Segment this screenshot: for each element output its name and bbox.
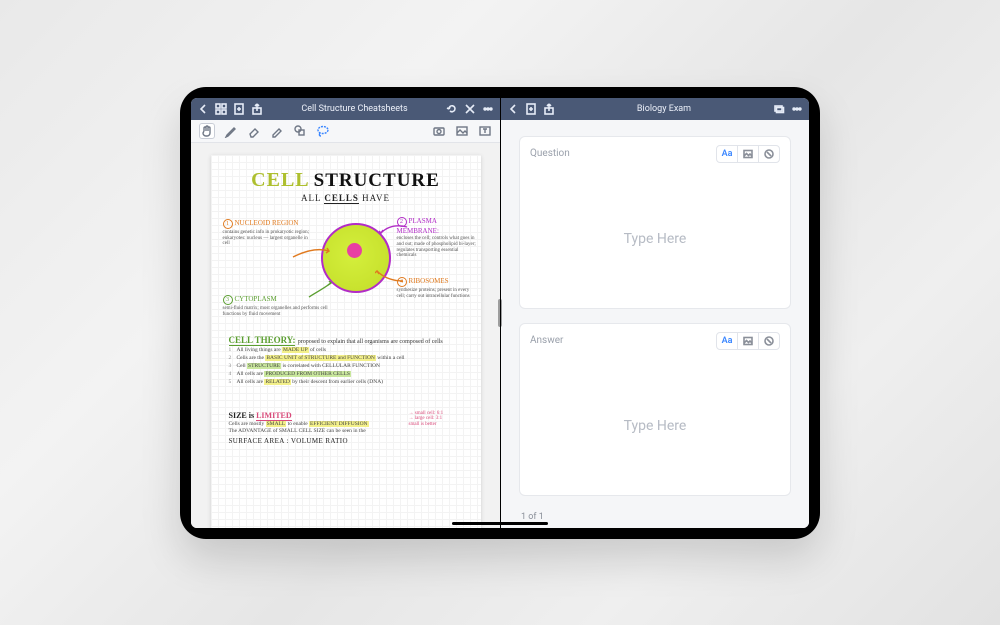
stage-background: Cell Structure Cheatsheets — [0, 0, 1000, 625]
undo-icon[interactable] — [446, 103, 458, 115]
label-nucleoid: 1NUCLEOID REGION contains genetic info i… — [223, 219, 315, 248]
answer-card[interactable]: Answer Aa Type Here — [519, 323, 791, 496]
theory-line: All living things are MADE UP of cells — [229, 347, 463, 353]
pen-tool[interactable] — [224, 124, 238, 138]
label-cytoplasm: 3CYTOPLASM semi-fluid matrix; most organ… — [223, 295, 333, 318]
image-tool[interactable] — [455, 124, 469, 138]
more-icon[interactable] — [791, 103, 803, 115]
right-title[interactable]: Biology Exam — [561, 104, 767, 114]
note-title: CELL STRUCTURE — [211, 169, 481, 192]
draw-mode-icon[interactable] — [758, 146, 779, 162]
label-ribosomes: 4RIBOSOMES synthesize proteins; present … — [397, 277, 477, 300]
highlighter-tool[interactable] — [270, 124, 284, 138]
question-card[interactable]: Question Aa Type Here — [519, 136, 791, 309]
image-mode-icon[interactable] — [737, 333, 758, 349]
right-pane: Biology Exam Question Aa — [501, 98, 809, 528]
text-mode[interactable]: Aa — [717, 333, 737, 349]
share-icon[interactable] — [543, 103, 555, 115]
right-topbar: Biology Exam — [501, 98, 809, 120]
left-pane: Cell Structure Cheatsheets — [191, 98, 501, 528]
input-mode-toggle[interactable]: Aa — [716, 145, 780, 163]
camera-tool[interactable] — [432, 124, 446, 138]
back-icon[interactable] — [507, 103, 519, 115]
label-plasma: 2PLASMA MEMBRANE: encloses the cell; con… — [397, 217, 477, 260]
tool-bar — [191, 120, 500, 143]
left-title[interactable]: Cell Structure Cheatsheets — [269, 104, 440, 114]
tablet-frame: Cell Structure Cheatsheets — [180, 87, 820, 539]
question-label: Question — [530, 148, 570, 159]
home-indicator[interactable] — [452, 522, 548, 525]
card-pager: 1 of 1 — [519, 510, 791, 522]
draw-mode-icon[interactable] — [758, 333, 779, 349]
hand-tool[interactable] — [199, 123, 215, 139]
canvas-area[interactable]: CELL STRUCTURE ALL CELLS HAVE — [191, 143, 500, 528]
theory-line: Cells are the BASIC UNIT of STRUCTURE an… — [229, 355, 463, 361]
theory-line: All cells are RELATED by their descent f… — [229, 379, 463, 385]
theory-block: CELL THEORY: proposed to explain that al… — [229, 335, 463, 385]
eraser-tool[interactable] — [247, 124, 261, 138]
grid-icon[interactable] — [215, 103, 227, 115]
more-icon[interactable] — [482, 103, 494, 115]
flashcard-area: Question Aa Type Here Answer — [501, 120, 809, 528]
question-input[interactable]: Type Here — [520, 171, 790, 308]
close-icon[interactable] — [464, 103, 476, 115]
back-icon[interactable] — [197, 103, 209, 115]
size-side-note: → small cell: 6:1 → large cell: 3:1 smal… — [409, 411, 459, 428]
input-mode-toggle[interactable]: Aa — [716, 332, 780, 350]
text-tool[interactable] — [478, 124, 492, 138]
new-page-icon[interactable] — [233, 103, 245, 115]
split-view-grabber[interactable] — [498, 299, 502, 327]
tablet-screen: Cell Structure Cheatsheets — [191, 98, 809, 528]
cell-diagram: 1NUCLEOID REGION contains genetic info i… — [211, 217, 481, 327]
note-subtitle: ALL CELLS HAVE — [211, 193, 481, 203]
share-icon[interactable] — [251, 103, 263, 115]
arrow-nucleoid — [291, 247, 331, 261]
cards-icon[interactable] — [773, 103, 785, 115]
theory-line: All cells are PRODUCED FROM OTHER CELLS — [229, 371, 463, 377]
image-mode-icon[interactable] — [737, 146, 758, 162]
nucleus-dot — [347, 243, 362, 258]
lasso-tool[interactable] — [316, 124, 330, 138]
new-card-icon[interactable] — [525, 103, 537, 115]
note-page[interactable]: CELL STRUCTURE ALL CELLS HAVE — [211, 155, 481, 528]
shapes-tool[interactable] — [293, 124, 307, 138]
answer-label: Answer — [530, 335, 563, 346]
size-block: SIZE is LIMITED Cells are mostly SMALL t… — [229, 411, 463, 445]
answer-input[interactable]: Type Here — [520, 358, 790, 495]
text-mode[interactable]: Aa — [717, 146, 737, 162]
theory-line: Cell STRUCTURE is correlated with CELLUL… — [229, 363, 463, 369]
title-word-2: STRUCTURE — [314, 170, 440, 191]
title-word-1: CELL — [251, 169, 309, 191]
left-topbar: Cell Structure Cheatsheets — [191, 98, 500, 120]
